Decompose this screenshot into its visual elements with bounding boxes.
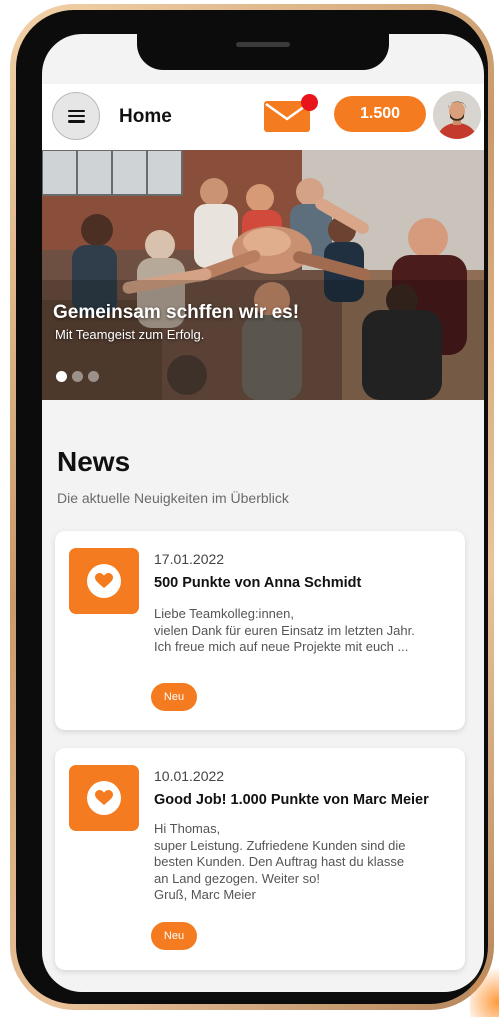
new-badge-button[interactable]: Neu (151, 683, 197, 711)
news-date: 17.01.2022 (154, 551, 225, 567)
news-body-line: Hi Thomas, (154, 821, 221, 836)
carousel-dot[interactable] (56, 371, 67, 382)
news-body-line: vielen Dank für euren Einsatz im letzten… (154, 622, 415, 638)
page-title: Home (119, 106, 172, 127)
news-subtitle: Die aktuelle Neuigkeiten im Überblick (57, 490, 289, 506)
heart-icon (95, 790, 113, 805)
notification-dot (301, 94, 318, 111)
phone-notch (137, 34, 389, 70)
points-badge[interactable]: 1.500 (334, 96, 426, 132)
menu-button[interactable] (52, 92, 100, 140)
news-title: 500 Punkte von Anna Schmidt (154, 575, 362, 591)
avatar[interactable] (433, 91, 481, 139)
news-body: Liebe Teamkolleg:innen, vielen Dank für … (154, 606, 454, 656)
news-title: Good Job! 1.000 Punkte von Marc Meier (154, 792, 429, 808)
hero-banner[interactable]: Gemeinsam schffen wir es! Mit Teamgeist … (42, 150, 484, 400)
news-date: 10.01.2022 (154, 768, 225, 784)
new-badge-button[interactable]: Neu (151, 922, 197, 950)
news-body-line: an Land gezogen. Weiter so! (154, 870, 320, 886)
news-body-line: Liebe Teamkolleg:innen, (154, 606, 294, 621)
carousel-dot[interactable] (72, 371, 83, 382)
hamburger-menu-icon (67, 109, 85, 123)
news-body-line: Gruß, Marc Meier (154, 887, 256, 902)
carousel-dot[interactable] (88, 371, 99, 382)
phone-screen: Home 1.500 Gemeinsam schffen wir es! Mit… (42, 34, 484, 992)
news-card-icon (69, 765, 139, 831)
news-body-line: Ich freue mich auf neue Projekte mit euc… (154, 639, 409, 654)
news-card-icon (69, 548, 139, 614)
app-header: Home 1.500 (42, 84, 484, 150)
news-body-line: super Leistung. Zufriedene Kunden sind d… (154, 837, 406, 853)
news-body-line: besten Kunden. Den Auftrag hast du klass… (154, 854, 405, 869)
news-body: Hi Thomas, super Leistung. Zufriedene Ku… (154, 821, 454, 904)
news-card[interactable]: 10.01.2022 Good Job! 1.000 Punkte von Ma… (55, 748, 465, 970)
team-photo (42, 150, 484, 400)
news-heading: News (57, 446, 131, 477)
speaker-grille (236, 42, 290, 47)
heart-icon (95, 573, 113, 588)
news-card[interactable]: 17.01.2022 500 Punkte von Anna Schmidt L… (55, 531, 465, 730)
carousel-indicator (56, 371, 99, 382)
user-avatar-icon (433, 91, 481, 139)
hero-title: Gemeinsam schffen wir es! (53, 302, 300, 323)
hero-subtitle: Mit Teamgeist zum Erfolg. (55, 327, 205, 342)
